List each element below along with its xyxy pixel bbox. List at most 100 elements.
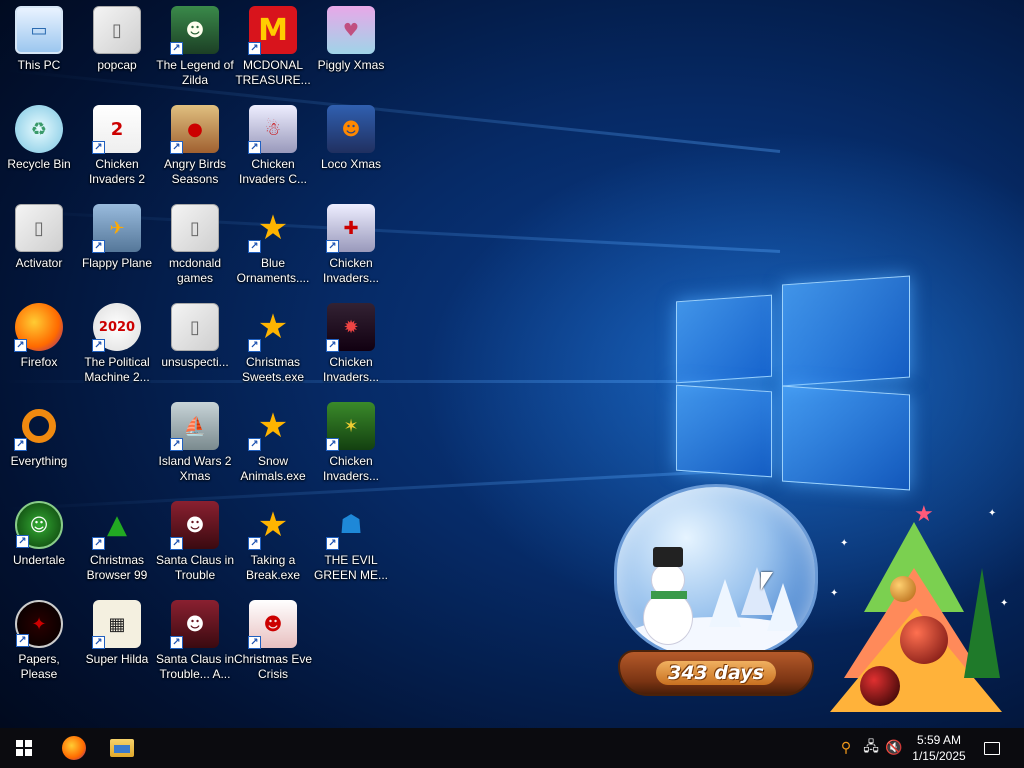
notification-icon: [984, 741, 1000, 755]
shortcut-arrow-icon: ↗: [326, 537, 339, 550]
desktop-icon-activator[interactable]: ▯ Activator: [0, 198, 78, 294]
desktop-icon-chicken-invaders-c2[interactable]: ✶ ↗ Chicken Invaders...: [312, 396, 390, 492]
star-exe-icon: ★ ↗: [248, 303, 297, 352]
start-button[interactable]: [0, 728, 48, 768]
shortcut-arrow-icon: ↗: [170, 42, 183, 55]
desktop-icon-chicken-invaders-2[interactable]: 2 ↗ Chicken Invaders 2: [78, 99, 156, 195]
shortcut-arrow-icon: ↗: [248, 42, 261, 55]
santa-face-icon: ☻ ↗: [248, 600, 297, 649]
clock-time: 5:59 AM: [916, 733, 962, 747]
desktop-icon-legend-of-zilda[interactable]: ☻ ↗ The Legend of Zilda: [156, 0, 234, 96]
desktop-icon-mcdonald-games[interactable]: ▯ mcdonald games: [156, 198, 234, 294]
desktop-icon-label: This PC: [17, 58, 61, 72]
shortcut-arrow-icon: ↗: [248, 339, 261, 352]
desktop-icon-taking-a-break[interactable]: ★ ↗ Taking a Break.exe: [234, 495, 312, 591]
shortcut-arrow-icon: ↗: [170, 537, 183, 550]
shortcut-arrow-icon: ↗: [92, 339, 105, 352]
shortcut-arrow-icon: ↗: [248, 537, 261, 550]
network-icon[interactable]: 🖧: [860, 728, 882, 768]
desktop-icon-label: Angry Birds Seasons: [163, 157, 227, 186]
snowglobe-countdown-widget[interactable]: 343 days: [612, 484, 820, 702]
desktop-icon-label: Taking a Break.exe: [245, 553, 301, 582]
folder-icon: ▯: [171, 303, 219, 351]
desktop-icon-santa-claus-in-trouble[interactable]: ☻ ↗ Santa Claus in Trouble: [156, 495, 234, 591]
snowglobe-base: 343 days: [618, 650, 814, 696]
desktop-icon-chicken-invaders-a[interactable]: ✚ ↗ Chicken Invaders...: [312, 198, 390, 294]
santa-claus-icon: ☻ ↗: [170, 501, 219, 550]
desktop-icon-christmas-eve-crisis[interactable]: ☻ ↗ Christmas Eve Crisis: [234, 594, 312, 690]
desktop-icon-piggly-xmas[interactable]: ♥ Piggly Xmas: [312, 0, 390, 96]
shortcut-arrow-icon: ↗: [16, 535, 29, 548]
mcdonalds-icon: M ↗: [248, 6, 297, 55]
desktop-icon-papers-please[interactable]: ✦ ↗ Papers, Please: [0, 594, 78, 690]
desktop-icon-undertale[interactable]: ☺ ↗ Undertale: [0, 495, 78, 591]
christmas-browser-icon: ▲ ↗: [92, 501, 141, 550]
desktop-icon-label: Chicken Invaders...: [322, 256, 380, 285]
desktop-icon-label: The Legend of Zilda: [156, 58, 234, 87]
desktop-icon-label: Chicken Invaders...: [322, 355, 380, 384]
shortcut-arrow-icon: ↗: [170, 636, 183, 649]
desktop-icon-blue-ornaments[interactable]: ★ ↗ Blue Ornaments....: [234, 198, 312, 294]
desktop-icon-label: MCDONAL TREASURE...: [235, 58, 311, 87]
desktop-icon-label: unsuspecti...: [161, 355, 229, 369]
taskbar-file-explorer-button[interactable]: [98, 728, 146, 768]
folder-icon: ▯: [15, 204, 63, 252]
evil-green-me-icon: ☗ ↗: [326, 501, 375, 550]
snowman-icon: [643, 591, 693, 645]
desktop-icon-recycle-bin[interactable]: ♻ Recycle Bin: [0, 99, 78, 195]
shortcut-arrow-icon: ↗: [92, 240, 105, 253]
desktop-icon-chicken-invaders-c[interactable]: ☃ ↗ Chicken Invaders C...: [234, 99, 312, 195]
desktop-icon-snow-animals[interactable]: ★ ↗ Snow Animals.exe: [234, 396, 312, 492]
desktop-icon-loco-xmas[interactable]: ☻ Loco Xmas: [312, 99, 390, 195]
windows-logo-icon: [16, 740, 32, 756]
star-exe-icon: ★ ↗: [248, 204, 297, 253]
shortcut-arrow-icon: ↗: [92, 141, 105, 154]
desktop-icon-super-hilda[interactable]: ▦ ↗ Super Hilda: [78, 594, 156, 690]
shortcut-arrow-icon: ↗: [326, 240, 339, 253]
desktop-icon-label: Undertale: [12, 553, 66, 567]
mouse-cursor-icon: [761, 572, 773, 590]
everything-search-icon: ↗: [14, 402, 63, 451]
desktop-icon-mcdonal-treasure[interactable]: M ↗ MCDONAL TREASURE...: [234, 0, 312, 96]
windows-logo-wallpaper: [672, 270, 912, 491]
desktop-icon-label: Recycle Bin: [7, 157, 71, 171]
shortcut-arrow-icon: ↗: [170, 438, 183, 451]
taskbar-firefox-button[interactable]: [50, 728, 98, 768]
desktop-icon-angry-birds-seasons[interactable]: ● ↗ Angry Birds Seasons: [156, 99, 234, 195]
desktop-icon-label: Firefox: [20, 355, 58, 369]
political-machine-icon: 2020 ↗: [92, 303, 141, 352]
desktop-icon-popcap[interactable]: ▯ popcap: [78, 0, 156, 96]
desktop-icon-christmas-sweets[interactable]: ★ ↗ Christmas Sweets.exe: [234, 297, 312, 393]
shortcut-arrow-icon: ↗: [326, 438, 339, 451]
santa-claus-icon: ☻ ↗: [170, 600, 219, 649]
desktop-icon-label: Papers, Please: [18, 652, 60, 681]
star-exe-icon: ★ ↗: [248, 501, 297, 550]
volume-muted-icon[interactable]: 🔇: [884, 728, 904, 768]
desktop-icon-evil-green-me[interactable]: ☗ ↗ THE EVIL GREEN ME...: [312, 495, 390, 591]
desktop-icon-island-wars-2-xmas[interactable]: ⛵ ↗ Island Wars 2 Xmas: [156, 396, 234, 492]
search-tray-icon[interactable]: ⚲: [836, 728, 856, 768]
shortcut-arrow-icon: ↗: [14, 438, 27, 451]
desktop-icon-label: Super Hilda: [85, 652, 149, 666]
taskbar-clock[interactable]: 5:59 AM 1/15/2025: [904, 728, 974, 768]
desktop-icon-unsuspecti[interactable]: ▯ unsuspecti...: [156, 297, 234, 393]
desktop-icon-label: Christmas Browser 99: [86, 553, 148, 582]
desktop-icon-political-machine[interactable]: 2020 ↗ The Political Machine 2...: [78, 297, 156, 393]
desktop-icon-chicken-invaders-b[interactable]: ✹ ↗ Chicken Invaders...: [312, 297, 390, 393]
folder-icon: ▯: [171, 204, 219, 252]
desktop-icon-everything[interactable]: ↗ Everything: [0, 396, 78, 492]
desktop-icon-christmas-browser[interactable]: ▲ ↗ Christmas Browser 99: [78, 495, 156, 591]
desktop-icon-this-pc[interactable]: ▭ This PC: [0, 0, 78, 96]
notification-center-button[interactable]: [978, 728, 1006, 768]
desktop-icon-label: Santa Claus in Trouble: [155, 553, 235, 582]
chicken-invaders-icon: ✚ ↗: [326, 204, 375, 253]
shortcut-arrow-icon: ↗: [170, 141, 183, 154]
firefox-icon: ↗: [14, 303, 63, 352]
desktop-icon-santa-claus-in-trouble-again[interactable]: ☻ ↗ Santa Claus in Trouble... A...: [156, 594, 234, 690]
loco-xmas-icon: ☻: [327, 105, 375, 153]
desktop-icon-firefox[interactable]: ↗ Firefox: [0, 297, 78, 393]
desktop-icon-flappy-plane[interactable]: ✈ ↗ Flappy Plane: [78, 198, 156, 294]
desktop-icon-label: Snow Animals.exe: [240, 454, 306, 483]
desktop-icon-label: Piggly Xmas: [317, 58, 385, 72]
shortcut-arrow-icon: ↗: [248, 141, 261, 154]
